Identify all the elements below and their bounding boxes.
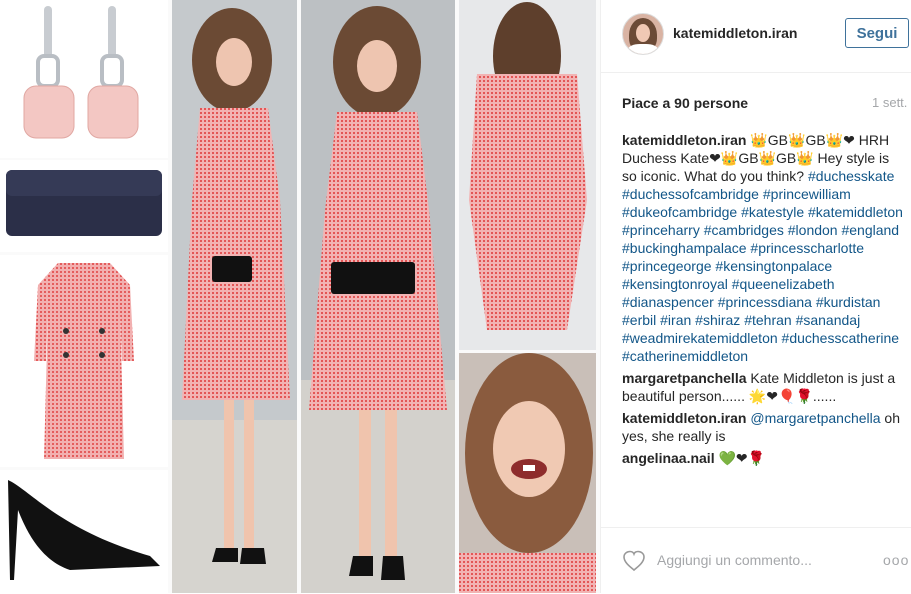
caption: katemiddleton.iran 👑GB👑GB👑❤ HRH Duchess … (622, 131, 907, 365)
hashtag-link[interactable]: #princesscharlotte (750, 240, 864, 256)
hashtag-link[interactable]: #queenelizabeth (732, 276, 835, 292)
hashtag-link[interactable]: #weadmirekatemiddleton (622, 330, 778, 346)
hashtag-link[interactable]: #princegeorge (622, 258, 712, 274)
hashtag-link[interactable]: #cambridges (704, 222, 784, 238)
hashtag-link[interactable]: #dianaspencer (622, 294, 714, 310)
comment-mention[interactable]: @margaretpanchella (750, 410, 880, 426)
hashtag-link[interactable]: #duchesscatherine (782, 330, 900, 346)
hashtag-link[interactable]: #tehran (744, 312, 791, 328)
hashtag-link[interactable]: #england (841, 222, 899, 238)
post-image-collage[interactable] (0, 0, 600, 593)
add-comment-input[interactable]: Aggiungi un commento... (657, 552, 812, 568)
heart-icon[interactable] (622, 550, 646, 572)
hashtag-link[interactable]: #iran (660, 312, 691, 328)
hashtag-link[interactable]: #katestyle (741, 204, 804, 220)
hashtag-link[interactable]: #duchessofcambridge (622, 186, 759, 202)
comment-username[interactable]: katemiddleton.iran (622, 410, 746, 426)
comment-username[interactable]: margaretpanchella (622, 370, 747, 386)
pink-earrings-photo (0, 0, 168, 158)
hashtag-link[interactable]: #katemiddleton (808, 204, 903, 220)
hashtag-link[interactable]: #buckinghampalace (622, 240, 747, 256)
list-item: margaretpanchella Kate Middleton is just… (622, 369, 907, 405)
follow-button[interactable]: Segui (845, 18, 909, 48)
post-header: katemiddleton.iran Segui (601, 0, 911, 73)
comments-list: katemiddleton.iran 👑GB👑GB👑❤ HRH Duchess … (622, 131, 907, 471)
comment-text: 💚❤🌹 (714, 450, 766, 466)
hashtag-link[interactable]: #kensingtonroyal (622, 276, 728, 292)
kate-back-photo (459, 0, 596, 350)
post-username[interactable]: katemiddleton.iran (673, 25, 797, 41)
kate-smiling-photo (459, 353, 596, 593)
hashtag-link[interactable]: #princeharry (622, 222, 700, 238)
post-details-panel: katemiddleton.iran Segui Piace a 90 pers… (600, 0, 911, 593)
more-options-icon[interactable]: ooo (883, 552, 909, 568)
pink-dress-photo (0, 255, 168, 467)
navy-clutch-photo (0, 160, 168, 252)
hashtag-link[interactable]: #dukeofcambridge (622, 204, 737, 220)
comment-footer: Aggiungi un commento... ooo (601, 527, 911, 594)
caption-username[interactable]: katemiddleton.iran (622, 132, 746, 148)
black-pumps-photo (0, 470, 168, 593)
list-item: angelinaa.nail 💚❤🌹 (622, 449, 907, 467)
comment-username[interactable]: angelinaa.nail (622, 450, 715, 466)
kate-walking-front-photo (301, 0, 455, 593)
hashtag-link[interactable]: #london (788, 222, 838, 238)
list-item: katemiddleton.iran @margaretpanchella oh… (622, 409, 907, 445)
hashtag-link[interactable]: #kensingtonpalace (715, 258, 832, 274)
hashtag-link[interactable]: #shiraz (695, 312, 740, 328)
hashtag-link[interactable]: #erbil (622, 312, 656, 328)
post-time[interactable]: 1 sett. (872, 95, 907, 110)
hashtag-link[interactable]: #sanandaj (796, 312, 861, 328)
likes-count[interactable]: Piace a 90 persone (622, 95, 748, 111)
kate-walking-left-photo (172, 0, 297, 593)
hashtag-link[interactable]: #princewilliam (763, 186, 851, 202)
hashtag-link[interactable]: #kurdistan (816, 294, 881, 310)
hashtag-link[interactable]: #catherinemiddleton (622, 348, 748, 364)
avatar[interactable] (622, 13, 664, 55)
hashtag-link[interactable]: #duchesskate (808, 168, 894, 184)
hashtag-link[interactable]: #princessdiana (718, 294, 812, 310)
